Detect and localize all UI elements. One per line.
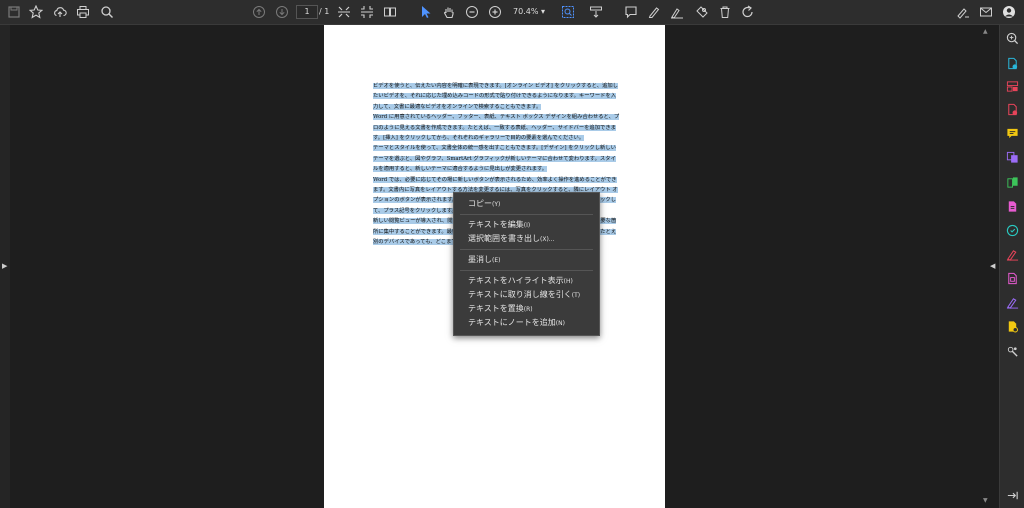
- print-icon[interactable]: [74, 3, 92, 21]
- delete-icon[interactable]: [716, 3, 734, 21]
- scan-icon[interactable]: [1005, 271, 1019, 285]
- zoom-in-icon[interactable]: [486, 3, 504, 21]
- paragraph[interactable]: ビデオを使うと、伝えたい内容を明確に表現できます。[オンライン ビデオ] をクリ…: [373, 83, 618, 110]
- draw-icon[interactable]: [668, 3, 686, 21]
- redo-icon[interactable]: [739, 3, 757, 21]
- mail-icon[interactable]: [977, 3, 995, 21]
- page-number-input[interactable]: 1: [296, 5, 318, 19]
- chevron-down-icon[interactable]: ▾: [541, 5, 545, 19]
- prepare-form-icon[interactable]: [1005, 319, 1019, 333]
- create-pdf-icon[interactable]: [1005, 102, 1019, 116]
- context-menu: コピー(Y) テキストを編集(I) 選択範囲を書き出し(X)... 墨消し(E)…: [453, 192, 600, 336]
- sign-icon[interactable]: [954, 3, 972, 21]
- save-icon[interactable]: [5, 3, 23, 21]
- tools-panel: [999, 25, 1024, 508]
- protect-icon[interactable]: [1005, 223, 1019, 237]
- more-tools-icon[interactable]: [1005, 344, 1019, 358]
- expand-left-panel-icon[interactable]: ▶: [2, 262, 7, 270]
- menu-item-copy[interactable]: コピー(Y): [454, 197, 599, 211]
- collapse-panel-icon[interactable]: [1005, 488, 1019, 502]
- fit-page-icon[interactable]: [335, 3, 353, 21]
- scroll-up-icon[interactable]: ▲: [983, 28, 988, 35]
- main-toolbar: 1 / 1 70.4% ▾: [0, 0, 1024, 25]
- paragraph[interactable]: Word に用意されているヘッダー、フッター、表紙、テキスト ボックス デザイン…: [373, 114, 620, 142]
- scroll-down-icon[interactable]: ▼: [983, 497, 988, 504]
- menu-item-highlight[interactable]: テキストをハイライト表示(H): [454, 274, 599, 288]
- page-total: / 1: [319, 7, 330, 16]
- comment-icon[interactable]: [622, 3, 640, 21]
- combine-icon[interactable]: [1005, 150, 1019, 164]
- fill-sign-icon[interactable]: [1005, 247, 1019, 261]
- menu-item-replace-text[interactable]: テキストを置換(R): [454, 302, 599, 316]
- menu-item-edit-text[interactable]: テキストを編集(I): [454, 218, 599, 232]
- cloud-upload-icon[interactable]: [51, 3, 69, 21]
- request-signature-icon[interactable]: [1005, 295, 1019, 309]
- stamp-icon[interactable]: [693, 3, 711, 21]
- menu-item-redact[interactable]: 墨消し(E): [454, 253, 599, 267]
- zoom-icon[interactable]: [1005, 31, 1019, 45]
- highlight-pen-icon[interactable]: [645, 3, 663, 21]
- two-page-view-icon[interactable]: [381, 3, 399, 21]
- zoom-out-icon[interactable]: [463, 3, 481, 21]
- fit-width-icon[interactable]: [358, 3, 376, 21]
- select-cursor-icon[interactable]: [417, 3, 435, 21]
- star-icon[interactable]: [27, 3, 45, 21]
- menu-item-strikethrough[interactable]: テキストに取り消し線を引く(T): [454, 288, 599, 302]
- export-pdf-icon[interactable]: [1005, 56, 1019, 70]
- next-page-icon[interactable]: [273, 3, 291, 21]
- previous-page-icon[interactable]: [250, 3, 268, 21]
- menu-separator: [460, 249, 593, 250]
- comment-tool-icon[interactable]: [1005, 126, 1019, 140]
- organize-icon[interactable]: [1005, 175, 1019, 189]
- menu-item-add-note[interactable]: テキストにノートを追加(N): [454, 316, 599, 330]
- menu-item-export-selection[interactable]: 選択範囲を書き出し(X)...: [454, 232, 599, 246]
- compress-icon[interactable]: [1005, 199, 1019, 213]
- vertical-scrollbar[interactable]: [981, 25, 989, 508]
- scroll-mode-icon[interactable]: [587, 3, 605, 21]
- search-icon[interactable]: [98, 3, 116, 21]
- account-icon[interactable]: [1000, 3, 1018, 21]
- marquee-zoom-icon[interactable]: [559, 3, 577, 21]
- menu-separator: [460, 270, 593, 271]
- collapse-right-panel-icon[interactable]: ◀: [990, 262, 995, 270]
- edit-pdf-icon[interactable]: [1005, 79, 1019, 93]
- paragraph[interactable]: テーマとスタイルを使って、文書全体の統一感を出すこともできます。[デザイン] を…: [373, 145, 616, 173]
- zoom-level[interactable]: 70.4%: [513, 5, 538, 19]
- hand-tool-icon[interactable]: [440, 3, 458, 21]
- menu-separator: [460, 214, 593, 215]
